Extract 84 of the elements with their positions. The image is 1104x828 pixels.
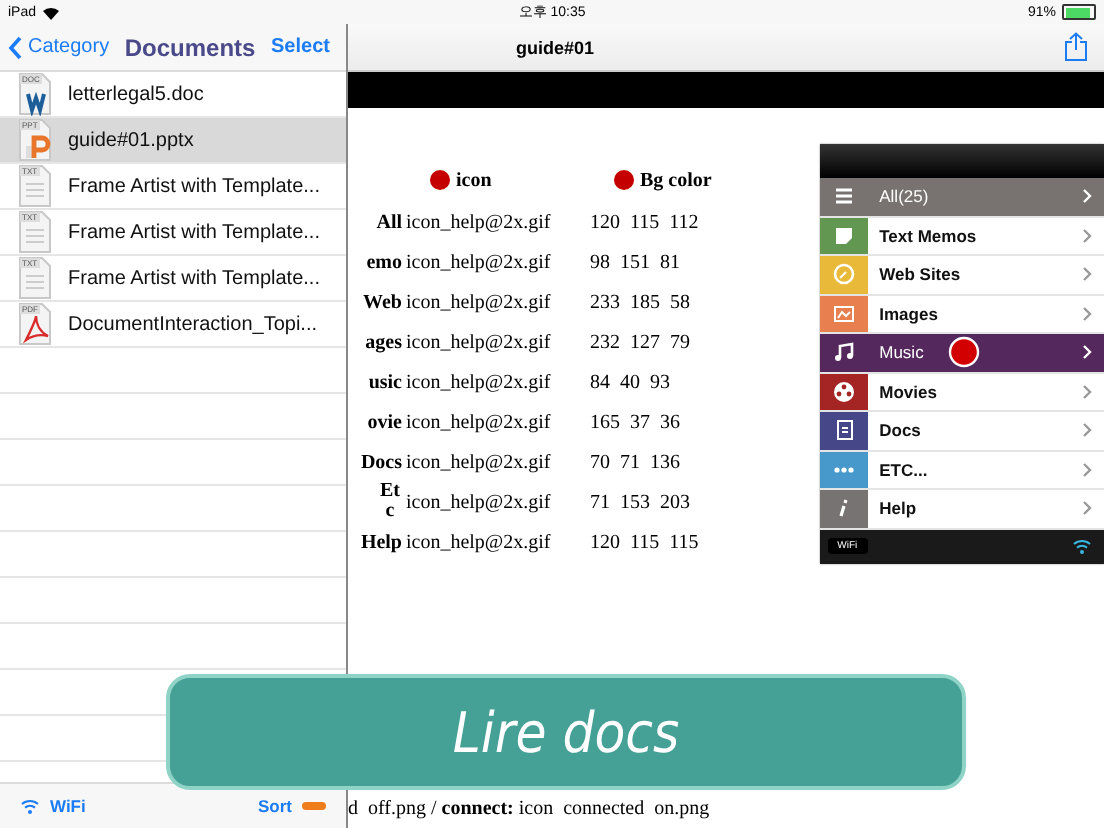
rgb-values: 84 40 93	[590, 371, 670, 393]
document-icon	[16, 164, 52, 208]
document-icon	[16, 256, 52, 300]
menu-label: Help	[879, 498, 917, 519]
row-label: Help	[358, 531, 402, 553]
row-label: Etc	[378, 482, 402, 522]
chevron-icon	[1082, 266, 1092, 283]
file-name: Frame Artist with Template...	[68, 221, 320, 243]
chevron-icon	[8, 35, 22, 59]
file-name-text: icon_help@2x.gif	[406, 371, 553, 393]
document-icon	[16, 118, 52, 162]
menu-label: Text Memos	[879, 225, 977, 246]
file-name: Frame Artist with Template...	[68, 175, 320, 197]
file-name: Frame Artist with Template...	[68, 267, 320, 289]
file-name-text: icon_help@2x.gif	[406, 211, 553, 233]
file-name-text: icon_help@2x.gif	[406, 331, 553, 353]
share-button[interactable]	[1064, 32, 1088, 62]
row-label: usic	[366, 371, 402, 393]
menu-label: Music	[879, 342, 924, 363]
file-name-text: icon_help@2x.gif	[406, 491, 553, 513]
menu-label: All(25)	[879, 186, 929, 207]
file-name-text: icon_help@2x.gif	[406, 531, 553, 553]
category-icon	[831, 262, 856, 287]
document-icon	[16, 302, 52, 346]
sidebar-title: Documents	[124, 33, 256, 61]
battery-icon	[1062, 4, 1096, 20]
column-header: Bg color	[640, 169, 712, 191]
chevron-icon	[1082, 422, 1092, 439]
select-button[interactable]: Select	[271, 36, 330, 58]
file-name-text: icon_help@2x.gif	[406, 251, 553, 273]
rgb-values: 98 151 81	[590, 251, 680, 273]
row-label: Web	[361, 291, 402, 313]
marker-dot-icon	[430, 170, 450, 190]
row-label: All	[374, 211, 402, 233]
file-name: guide#01.pptx	[68, 129, 194, 151]
dash-icon	[302, 802, 326, 810]
caption-text: d off.png / connect: icon connected on.png	[348, 798, 712, 824]
row-label: ovie	[365, 411, 402, 433]
menu-label: Docs	[879, 420, 921, 441]
rgb-values: 165 37 36	[590, 411, 680, 433]
menu-label: ETC...	[879, 459, 928, 480]
chevron-icon	[1082, 344, 1092, 361]
document-icon	[16, 210, 52, 254]
category-icon	[831, 418, 856, 443]
rgb-values: 232 127 79	[590, 331, 690, 353]
wifi-icon	[42, 5, 61, 19]
category-icon	[831, 184, 856, 209]
chevron-icon	[1082, 188, 1092, 205]
menu-label: Web Sites	[879, 264, 961, 285]
wifi-button[interactable]: WiFi	[20, 796, 86, 816]
row-label: Docs	[358, 451, 402, 473]
file-name: letterlegal5.doc	[68, 83, 204, 105]
wifi-icon	[20, 798, 40, 814]
rgb-values: 233 185 58	[590, 291, 690, 313]
row-label: emo	[364, 251, 402, 273]
file-name-text: icon_help@2x.gif	[406, 291, 553, 313]
column-header: icon	[456, 169, 492, 191]
menu-label: Images	[879, 303, 938, 324]
chevron-icon	[1082, 500, 1092, 517]
sort-button[interactable]: Sort	[258, 796, 326, 816]
file-name-text: icon_help@2x.gif	[406, 451, 553, 473]
back-button[interactable]: Category	[8, 35, 110, 59]
marker-dot-icon	[947, 336, 980, 369]
menu-label: Movies	[879, 381, 937, 402]
chevron-icon	[1082, 461, 1092, 478]
category-icon	[831, 379, 856, 404]
rgb-values: 70 71 136	[590, 451, 680, 473]
file-name-text: icon_help@2x.gif	[406, 411, 553, 433]
marker-dot-icon	[614, 170, 634, 190]
document-title: guide#01	[516, 37, 595, 57]
rgb-values: 120 115 115	[590, 531, 699, 553]
share-icon	[1064, 32, 1088, 62]
rgb-values: 120 115 112	[590, 211, 699, 233]
category-icon	[831, 223, 856, 248]
banner-text: Lire docs	[452, 699, 680, 765]
category-icon	[831, 340, 856, 365]
chevron-icon	[1082, 227, 1092, 244]
chevron-icon	[1082, 305, 1092, 322]
category-icon	[831, 301, 856, 326]
rgb-values: 71 153 203	[590, 491, 690, 513]
wifi-icon	[1072, 538, 1092, 555]
row-label: ages	[363, 331, 402, 353]
file-name: DocumentInteraction_Topi...	[68, 313, 318, 335]
chevron-icon	[1082, 383, 1092, 400]
